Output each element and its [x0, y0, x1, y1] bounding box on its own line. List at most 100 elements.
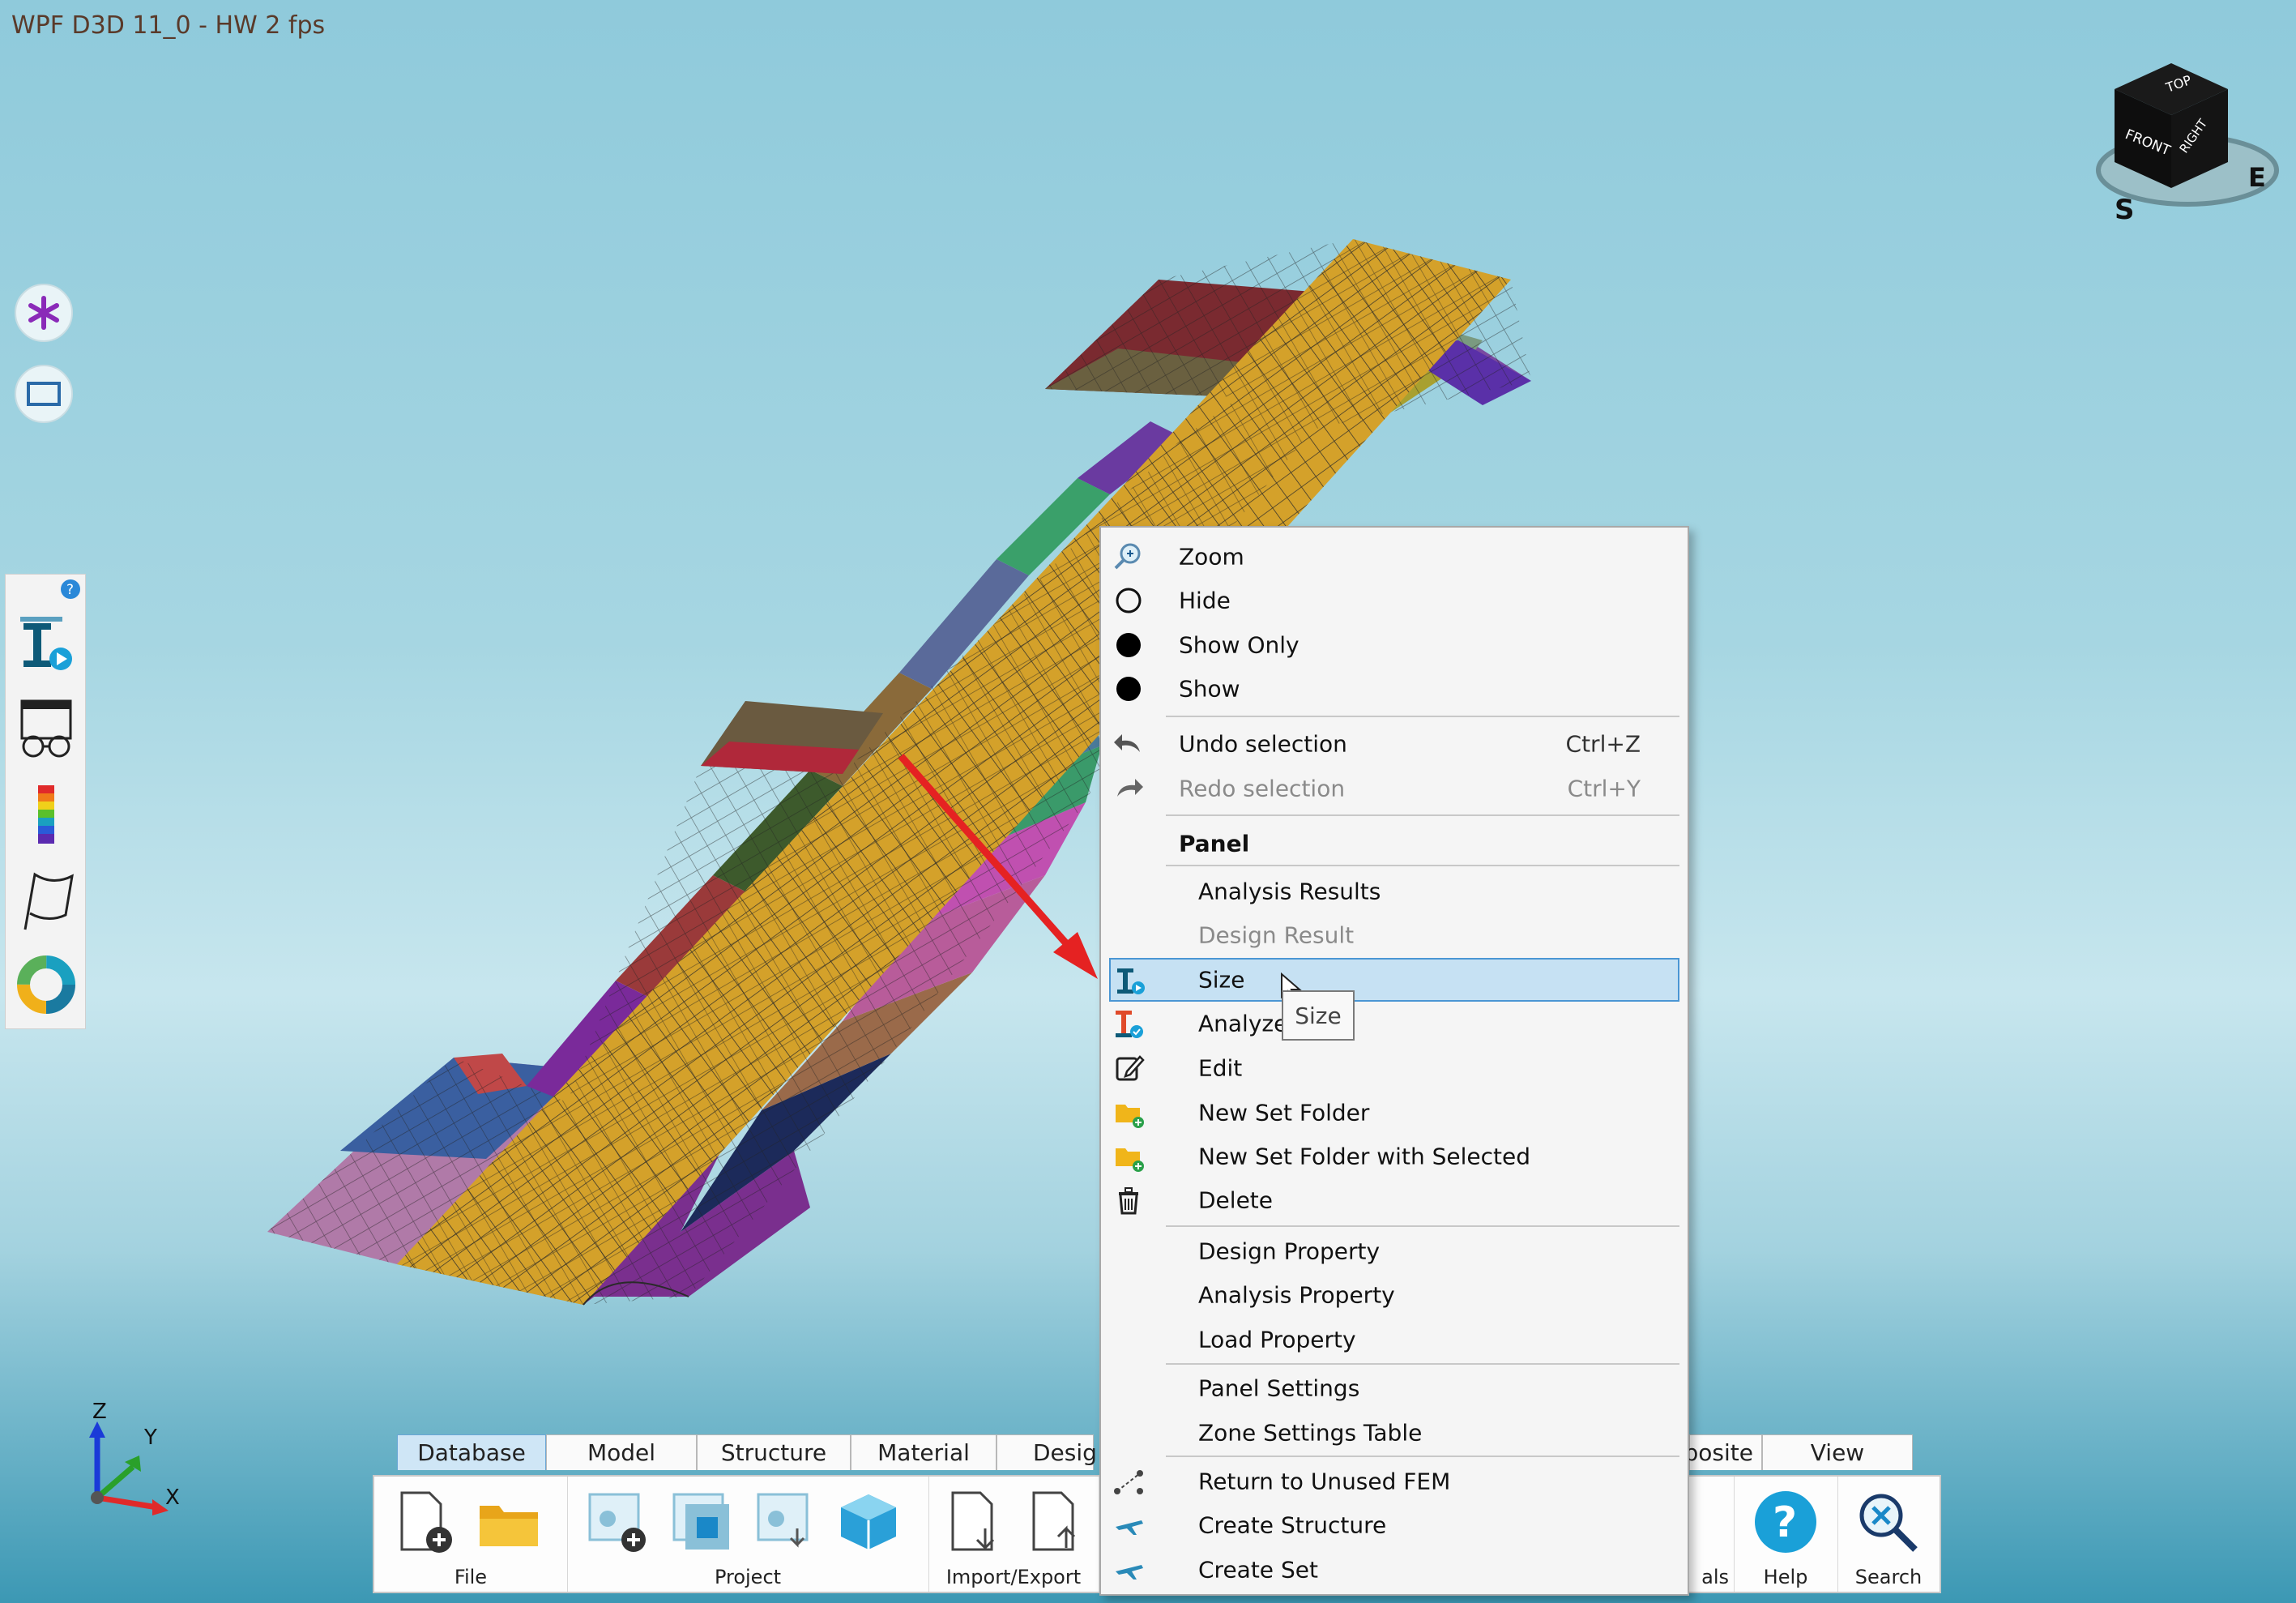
size-panel-icon[interactable] — [14, 610, 79, 675]
menu-zoom[interactable]: Zoom — [1101, 535, 1688, 579]
menu-design-result-label: Design Result — [1198, 921, 1355, 949]
redo-icon — [1117, 779, 1143, 797]
airplane-icon — [1116, 1520, 1143, 1535]
menu-show[interactable]: Show — [1101, 667, 1688, 711]
menu-return-unused-fem-label: Return to Unused FEM — [1198, 1468, 1451, 1495]
menu-analysis-property[interactable]: Analysis Property — [1101, 1273, 1688, 1317]
menu-size-label: Size — [1198, 966, 1245, 994]
tab-view[interactable]: View — [1762, 1434, 1913, 1470]
project-group-label: Project — [714, 1566, 782, 1588]
navigation-cube[interactable]: TOP FRONT RIGHT S E — [2090, 57, 2285, 227]
menu-edit-label: Edit — [1198, 1054, 1243, 1082]
menu-design-property-label: Design Property — [1198, 1238, 1381, 1265]
menu-new-set-folder[interactable]: New Set Folder — [1101, 1091, 1688, 1135]
menu-panel-header-label: Panel — [1179, 830, 1250, 857]
menu-undo-label: Undo selection — [1179, 730, 1347, 758]
svg-text:?: ? — [66, 582, 74, 598]
axis-z-label: Z — [92, 1402, 107, 1424]
color-scale-icon[interactable] — [14, 784, 79, 849]
select-all-button[interactable] — [15, 284, 73, 342]
airplane-icon — [1116, 1565, 1143, 1579]
import-export-label: Import/Export — [945, 1566, 1082, 1588]
search-icon[interactable] — [1854, 1488, 1922, 1556]
menu-separator — [1166, 1225, 1679, 1227]
new-project-icon[interactable] — [583, 1488, 651, 1556]
undo-shortcut: Ctrl+Z — [1565, 730, 1641, 758]
search-label: Search — [1854, 1566, 1923, 1588]
import-icon[interactable] — [945, 1488, 1013, 1556]
menu-analysis-results[interactable]: Analysis Results — [1101, 870, 1688, 913]
glasses-view-icon[interactable] — [14, 696, 79, 761]
menu-return-unused-fem[interactable]: Return to Unused FEM — [1101, 1460, 1688, 1503]
file-group-label: File — [454, 1566, 488, 1588]
menu-zone-settings-table-label: Zone Settings Table — [1198, 1419, 1423, 1447]
menu-hide[interactable]: Hide — [1101, 579, 1688, 622]
menu-new-set-folder-selected-label: New Set Folder with Selected — [1198, 1143, 1530, 1170]
menu-new-set-folder-selected[interactable]: New Set Folder with Selected — [1101, 1135, 1688, 1178]
menu-design-property[interactable]: Design Property — [1101, 1229, 1688, 1273]
menu-zone-settings-table[interactable]: Zone Settings Table — [1101, 1411, 1688, 1455]
size-tooltip: Size — [1282, 990, 1355, 1041]
menu-create-structure[interactable]: Create Structure — [1101, 1503, 1688, 1547]
menu-panel-settings[interactable]: Panel Settings — [1101, 1366, 1688, 1410]
tab-model[interactable]: Model — [546, 1434, 697, 1470]
new-file-icon[interactable] — [390, 1488, 459, 1556]
menu-analysis-property-label: Analysis Property — [1198, 1281, 1395, 1309]
menu-delete-label: Delete — [1198, 1186, 1273, 1214]
menu-undo-selection[interactable]: Undo selection Ctrl+Z — [1101, 722, 1688, 766]
package-icon[interactable] — [834, 1488, 903, 1556]
menu-show-only[interactable]: Show Only — [1101, 623, 1688, 667]
menu-edit[interactable]: Edit — [1101, 1046, 1688, 1090]
undo-icon — [1114, 734, 1140, 752]
flag-icon[interactable] — [14, 868, 79, 933]
new-folder-selected-icon — [1116, 1148, 1144, 1172]
ribbon-tabs-right: posite View — [1684, 1434, 1913, 1472]
menu-size[interactable]: Size — [1109, 958, 1679, 1002]
menu-panel-settings-label: Panel Settings — [1198, 1374, 1360, 1402]
ring-chart-icon[interactable] — [14, 952, 79, 1017]
menu-separator — [1166, 1456, 1679, 1457]
menu-redo-selection[interactable]: Redo selection Ctrl+Y — [1101, 767, 1688, 810]
help-badge-icon[interactable]: ? — [59, 578, 82, 601]
svg-text:?: ? — [1773, 1498, 1797, 1547]
new-folder-icon — [1116, 1105, 1144, 1128]
filled-circle-icon — [1116, 677, 1141, 701]
menu-delete[interactable]: Delete — [1101, 1178, 1688, 1222]
box-select-button[interactable] — [15, 365, 73, 423]
tab-composite[interactable]: posite — [1684, 1434, 1762, 1470]
menu-show-only-label: Show Only — [1179, 631, 1300, 659]
trash-icon — [1119, 1187, 1138, 1215]
menu-show-label: Show — [1179, 675, 1240, 703]
menu-load-property[interactable]: Load Property — [1101, 1318, 1688, 1361]
left-tool-strip: ? — [5, 574, 86, 1029]
size-icon — [1117, 968, 1145, 994]
save-project-icon[interactable] — [752, 1488, 820, 1556]
menu-separator — [1166, 814, 1679, 816]
compass-s[interactable]: S — [2115, 194, 2135, 226]
menu-create-set[interactable]: Create Set — [1101, 1548, 1688, 1592]
rectangle-select-icon — [27, 382, 61, 406]
axis-x-label: X — [165, 1485, 180, 1510]
open-folder-icon[interactable] — [475, 1488, 543, 1556]
menu-redo-label: Redo selection — [1179, 775, 1346, 802]
tutorials-label: als — [1701, 1566, 1729, 1588]
help-label: Help — [1763, 1566, 1808, 1588]
tab-database[interactable]: Database — [397, 1434, 546, 1470]
menu-analyze[interactable]: Analyze — [1101, 1002, 1688, 1045]
project-window-icon[interactable] — [668, 1488, 736, 1556]
axis-triad: Z Y X — [89, 1402, 180, 1515]
return-fem-icon — [1114, 1470, 1143, 1494]
compass-e[interactable]: E — [2248, 162, 2266, 193]
export-icon[interactable] — [1026, 1488, 1094, 1556]
tab-material[interactable]: Material — [851, 1434, 996, 1470]
tab-design[interactable]: Desig — [996, 1434, 1097, 1470]
zoom-icon — [1114, 543, 1141, 570]
menu-create-set-label: Create Set — [1198, 1556, 1318, 1584]
menu-separator — [1166, 1363, 1679, 1365]
file-group: File — [374, 1477, 568, 1592]
menu-design-result[interactable]: Design Result — [1101, 913, 1688, 957]
help-icon[interactable]: ? — [1752, 1488, 1820, 1556]
menu-separator — [1166, 865, 1679, 866]
tab-structure[interactable]: Structure — [697, 1434, 851, 1470]
tutorials-group: als — [1690, 1477, 1735, 1592]
